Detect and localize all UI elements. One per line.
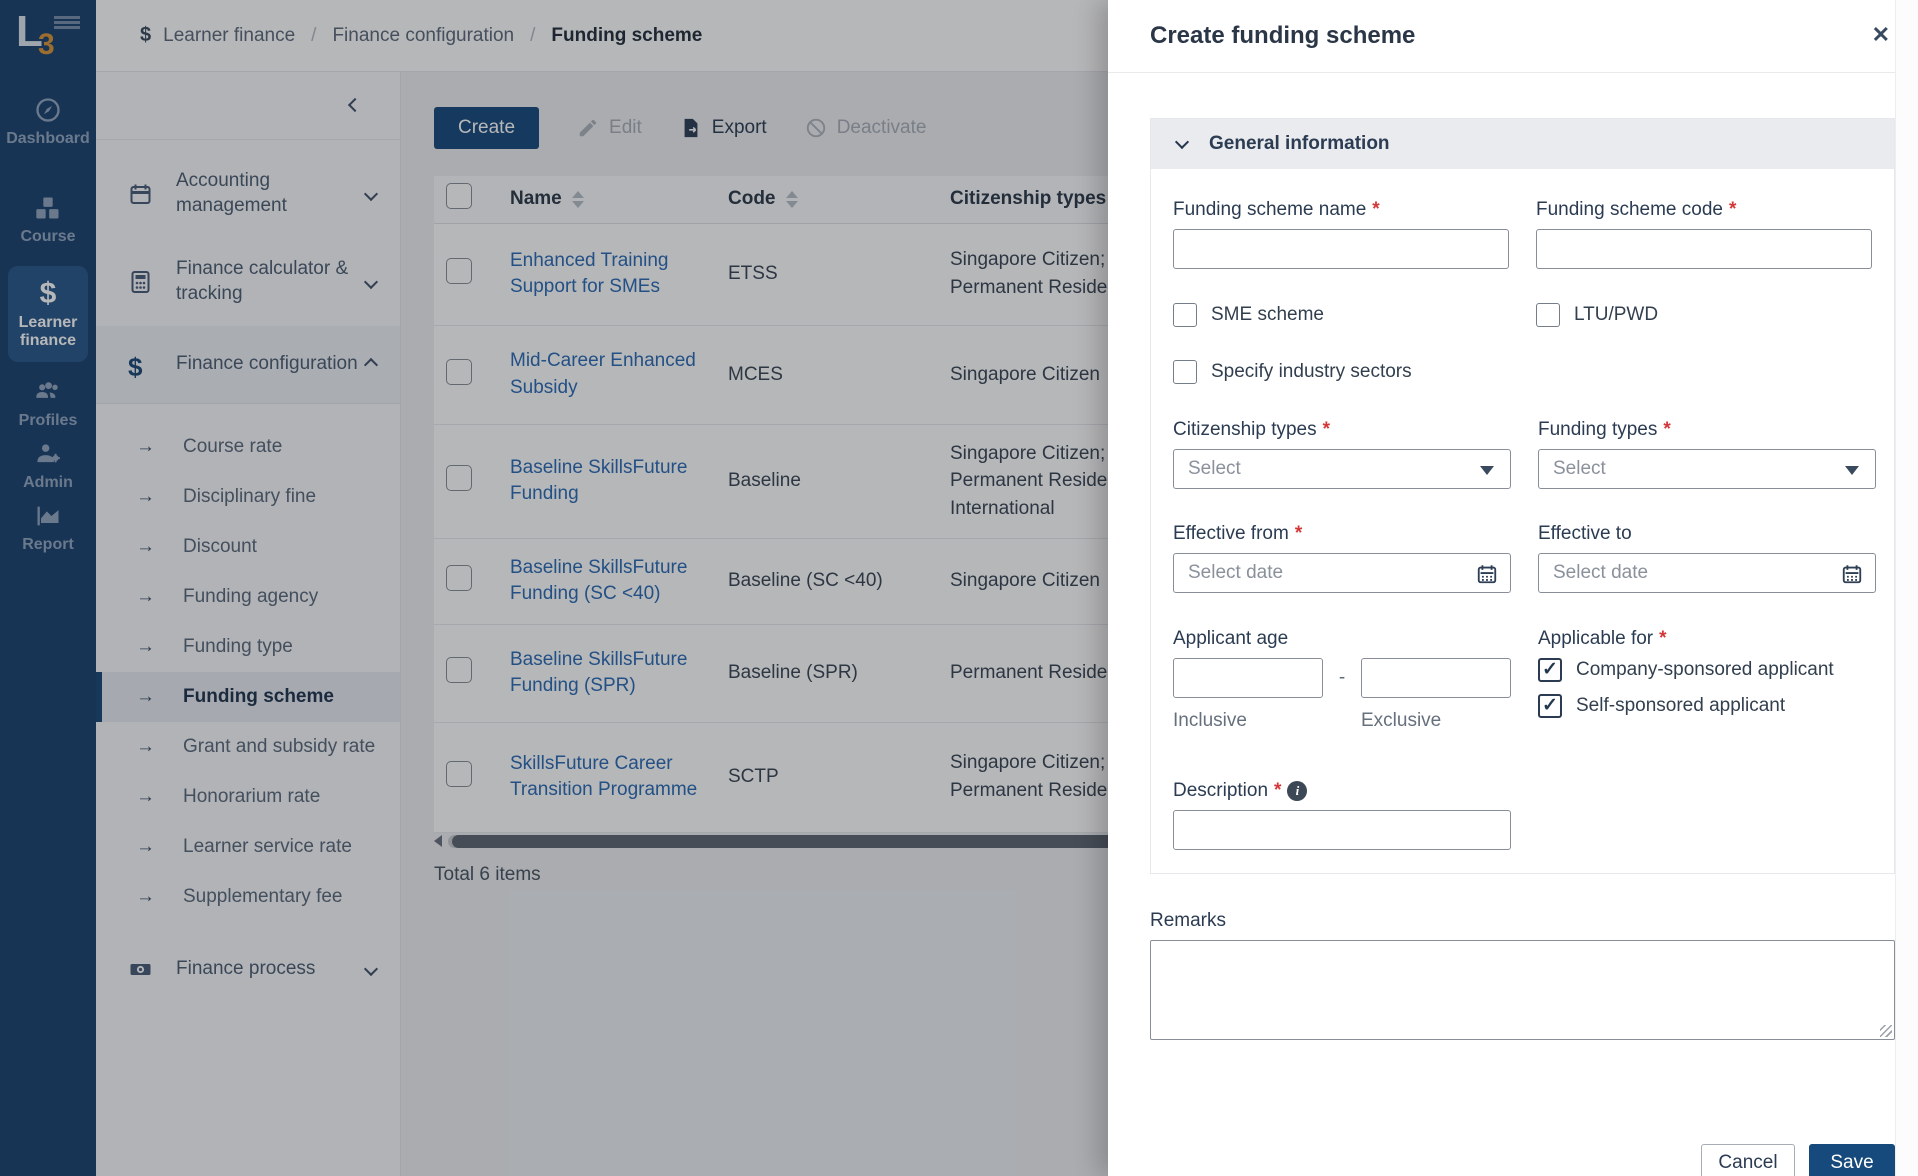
section-title: General information	[1209, 133, 1390, 154]
exclusive-hint: Exclusive	[1361, 710, 1442, 731]
calendar-icon	[1842, 565, 1862, 584]
citizenship-types-select[interactable]: Select	[1173, 449, 1511, 489]
description-input[interactable]	[1173, 810, 1511, 850]
funding-scheme-code-label: Funding scheme code *	[1536, 199, 1737, 220]
checkbox-unchecked-icon	[1173, 303, 1197, 327]
applicant-age-label: Applicant age	[1173, 628, 1289, 649]
calendar-icon	[1477, 565, 1497, 584]
create-funding-scheme-drawer: Create funding scheme ✕ General informat…	[1108, 0, 1918, 1176]
close-icon[interactable]: ✕	[1872, 24, 1890, 46]
drawer-footer: Cancel Save	[1150, 1144, 1895, 1176]
app-page: L 3 Dashboard Course $ Learner finance P…	[0, 0, 1918, 1176]
remarks-textarea[interactable]	[1150, 940, 1895, 1040]
sme-scheme-checkbox[interactable]: SME scheme	[1173, 303, 1509, 327]
checkbox-unchecked-icon	[1173, 360, 1197, 384]
drawer-scrollbar-track[interactable]	[1895, 0, 1918, 1176]
effective-to-datepicker[interactable]: Select date	[1538, 553, 1876, 593]
save-button[interactable]: Save	[1809, 1144, 1895, 1176]
self-sponsored-checkbox[interactable]: Self-sponsored applicant	[1538, 694, 1872, 718]
ltu-pwd-checkbox[interactable]: LTU/PWD	[1536, 303, 1872, 327]
chevron-down-icon	[1174, 134, 1190, 150]
funding-scheme-name-label: Funding scheme name *	[1173, 199, 1380, 220]
age-separator: -	[1338, 667, 1346, 688]
remarks-label: Remarks	[1150, 910, 1227, 931]
effective-from-datepicker[interactable]: Select date	[1173, 553, 1511, 593]
info-icon[interactable]: i	[1287, 781, 1308, 801]
drawer-body: General information Funding scheme name *…	[1108, 118, 1918, 1176]
drawer-title: Create funding scheme	[1150, 22, 1416, 49]
checkbox-unchecked-icon	[1536, 303, 1560, 327]
funding-types-label: Funding types *	[1538, 419, 1671, 440]
caret-down-icon	[1480, 466, 1494, 475]
effective-to-label: Effective to	[1538, 523, 1632, 544]
inclusive-hint: Inclusive	[1173, 710, 1247, 731]
funding-types-select[interactable]: Select	[1538, 449, 1876, 489]
section-body: Funding scheme name * Funding scheme code…	[1151, 169, 1894, 873]
checkbox-checked-icon	[1538, 658, 1562, 682]
specify-industry-sectors-checkbox[interactable]: Specify industry sectors	[1173, 360, 1511, 384]
caret-down-icon	[1845, 466, 1859, 475]
checkbox-checked-icon	[1538, 694, 1562, 718]
section-header[interactable]: General information	[1151, 119, 1894, 169]
funding-scheme-name-input[interactable]	[1173, 229, 1509, 269]
company-sponsored-checkbox[interactable]: Company-sponsored applicant	[1538, 658, 1872, 682]
description-label: Description * i	[1173, 780, 1511, 802]
age-min-input[interactable]	[1173, 658, 1323, 698]
drawer-header: Create funding scheme ✕	[1108, 0, 1918, 73]
citizenship-types-label: Citizenship types *	[1173, 419, 1331, 440]
general-information-section: General information Funding scheme name *…	[1150, 118, 1895, 874]
effective-from-label: Effective from *	[1173, 523, 1303, 544]
cancel-button[interactable]: Cancel	[1701, 1144, 1795, 1176]
age-max-input[interactable]	[1360, 658, 1511, 698]
applicable-for-label: Applicable for *	[1538, 628, 1667, 649]
funding-scheme-code-input[interactable]	[1536, 229, 1872, 269]
